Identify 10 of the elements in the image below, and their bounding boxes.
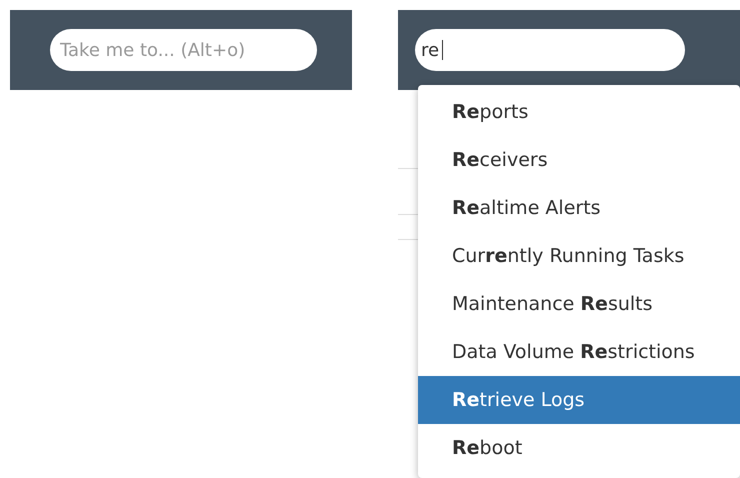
- suggestion-item[interactable]: Receivers: [418, 136, 740, 184]
- suggestion-item[interactable]: Reboot: [418, 424, 740, 472]
- search-field[interactable]: Take me to... (Alt+o): [50, 29, 317, 71]
- suggestion-item[interactable]: Realtime Alerts: [418, 184, 740, 232]
- search-field[interactable]: re: [415, 29, 685, 71]
- suggestion-item[interactable]: Retrieve Logs: [418, 376, 740, 424]
- suggestion-item[interactable]: Currently Running Tasks: [418, 232, 740, 280]
- suggestion-item[interactable]: Data Volume Restrictions: [418, 328, 740, 376]
- suggestion-item[interactable]: Maintenance Results: [418, 280, 740, 328]
- suggestion-item[interactable]: Reports: [418, 88, 740, 136]
